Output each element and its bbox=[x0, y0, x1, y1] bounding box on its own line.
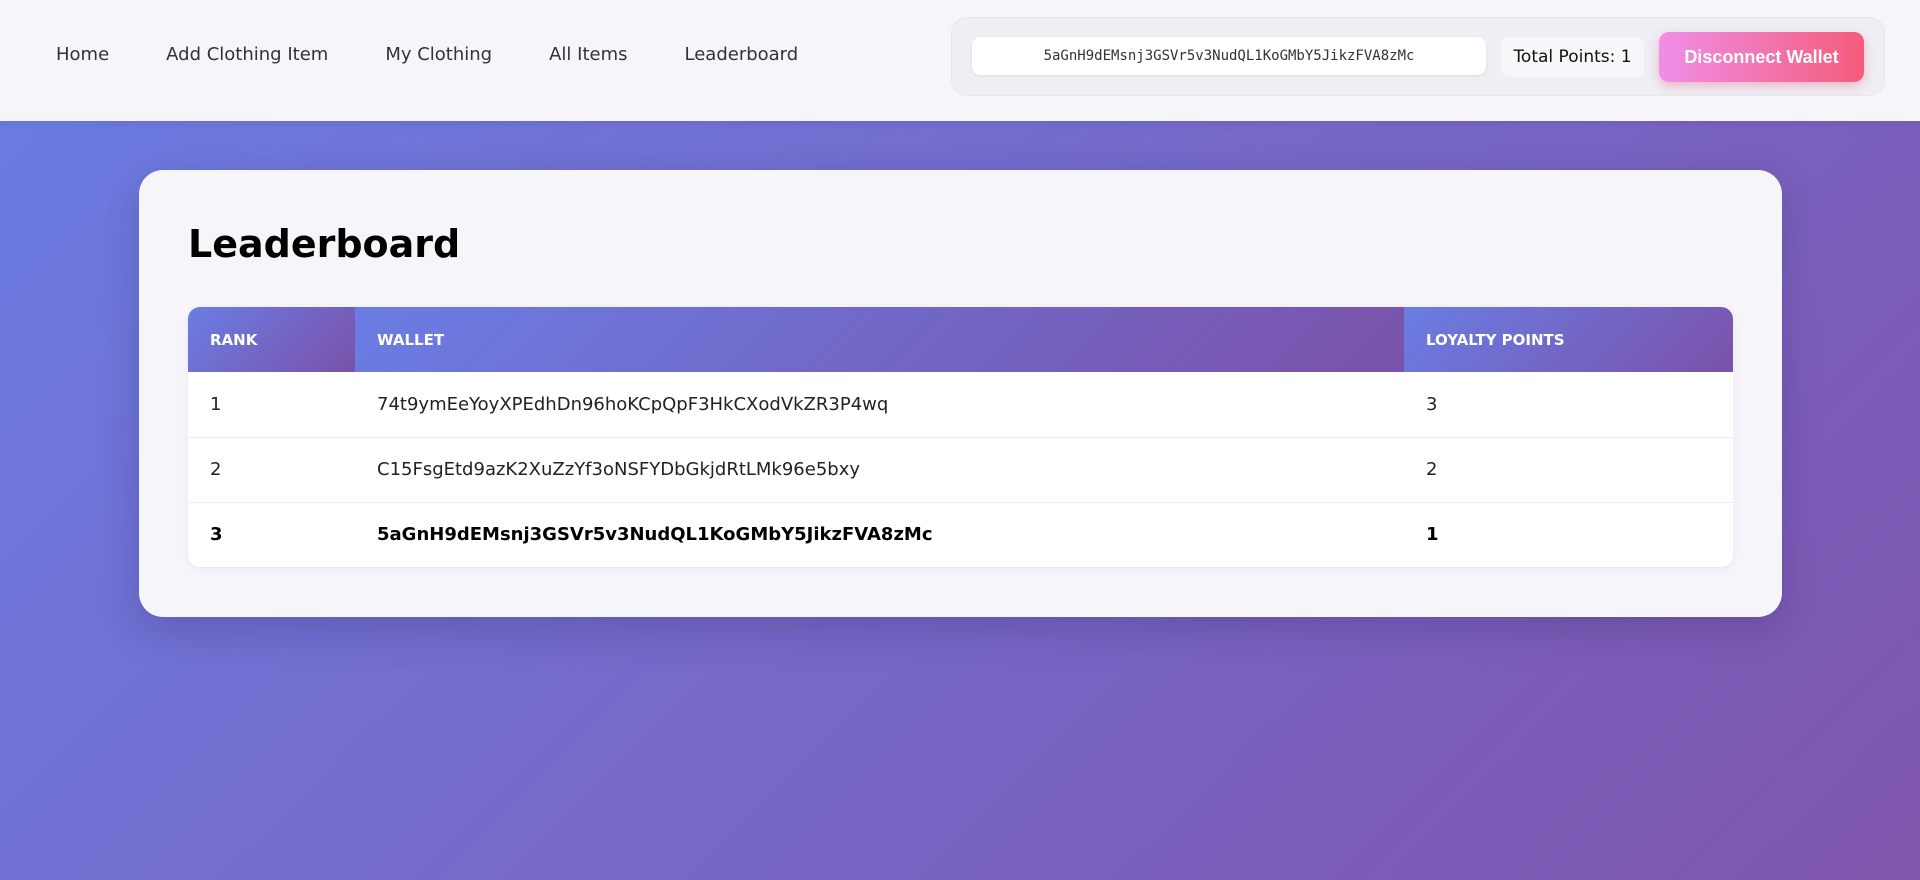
wallet-cell: 74t9ymEeYoyXPEdhDn96hoKCpQpF3HkCXodVkZR3… bbox=[355, 372, 1404, 438]
wallet-address: 5aGnH9dEMsnj3GSVr5v3NudQL1KoGMbY5JikzFVA… bbox=[972, 37, 1486, 75]
total-points-badge: Total Points: 1 bbox=[1501, 37, 1644, 77]
wallet-cell: 5aGnH9dEMsnj3GSVr5v3NudQL1KoGMbY5JikzFVA… bbox=[377, 524, 933, 546]
points-cell: 3 bbox=[1404, 372, 1733, 438]
table-header: RANK WALLET LOYALTY POINTS bbox=[188, 307, 1733, 372]
rank-cell: 3 bbox=[210, 524, 223, 546]
column-header-rank: RANK bbox=[188, 307, 355, 372]
page-title: Leaderboard bbox=[188, 222, 461, 266]
disconnect-wallet-button[interactable]: Disconnect Wallet bbox=[1659, 32, 1864, 82]
wallet-cell: C15FsgEtd9azK2XuZzYf3oNSFYDbGkjdRtLMk96e… bbox=[355, 437, 1404, 503]
table-row: 1 74t9ymEeYoyXPEdhDn96hoKCpQpF3HkCXodVkZ… bbox=[188, 372, 1733, 438]
nav-link-add-clothing-item[interactable]: Add Clothing Item bbox=[142, 38, 352, 71]
rank-cell: 2 bbox=[188, 437, 355, 503]
nav-link-my-clothing[interactable]: My Clothing bbox=[361, 38, 516, 71]
nav-link-home[interactable]: Home bbox=[32, 38, 133, 71]
points-cell: 1 bbox=[1426, 524, 1439, 546]
column-header-loyalty-points: LOYALTY POINTS bbox=[1404, 307, 1733, 372]
table-row: 2 C15FsgEtd9azK2XuZzYf3oNSFYDbGkjdRtLMk9… bbox=[188, 437, 1733, 503]
nav-links: Home Add Clothing Item My Clothing All I… bbox=[32, 38, 831, 71]
table-row-current-user: 3 5aGnH9dEMsnj3GSVr5v3NudQL1KoGMbY5JikzF… bbox=[188, 502, 1733, 567]
top-navbar: Home Add Clothing Item My Clothing All I… bbox=[0, 0, 1920, 121]
column-header-wallet: WALLET bbox=[355, 307, 1404, 372]
points-cell: 2 bbox=[1404, 437, 1733, 503]
leaderboard-card: Leaderboard RANK WALLET LOYALTY POINTS 1… bbox=[139, 170, 1782, 617]
nav-link-leaderboard[interactable]: Leaderboard bbox=[661, 38, 823, 71]
leaderboard-table: RANK WALLET LOYALTY POINTS 1 74t9ymEeYoy… bbox=[188, 307, 1733, 567]
rank-cell: 1 bbox=[188, 372, 355, 438]
nav-link-all-items[interactable]: All Items bbox=[525, 38, 651, 71]
wallet-panel: 5aGnH9dEMsnj3GSVr5v3NudQL1KoGMbY5JikzFVA… bbox=[951, 17, 1885, 96]
